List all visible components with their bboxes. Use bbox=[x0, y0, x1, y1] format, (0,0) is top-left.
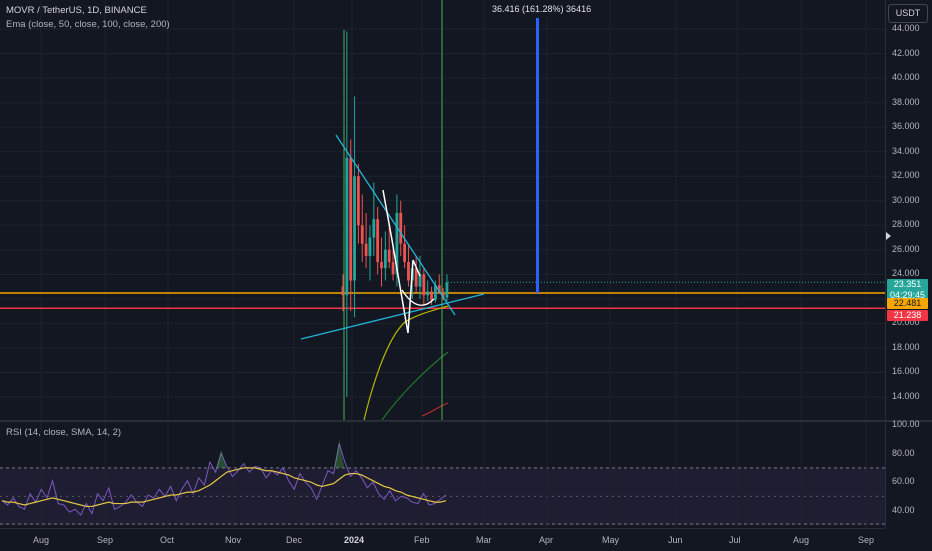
rsi-tick-label: 100.00 bbox=[892, 419, 920, 429]
rsi-overbought-fill bbox=[216, 449, 227, 468]
rsi-tick-label: 60.00 bbox=[892, 476, 915, 487]
candle-body bbox=[345, 157, 349, 296]
red-level-badge: 21.238 bbox=[887, 310, 928, 321]
time-tick-label: Feb bbox=[414, 535, 430, 545]
scale-arrow-icon[interactable] bbox=[886, 232, 891, 240]
time-tick-label: Dec bbox=[286, 535, 303, 545]
time-tick-label: Sep bbox=[858, 535, 875, 545]
currency-button[interactable]: USDT bbox=[888, 4, 928, 23]
price-tick-label: 42.000 bbox=[892, 47, 920, 58]
lower-trendline bbox=[300, 293, 485, 340]
price-tick-label: 18.000 bbox=[892, 341, 920, 352]
candle-body bbox=[357, 176, 360, 226]
candle-body bbox=[391, 262, 395, 275]
time-tick-label: 2024 bbox=[344, 535, 365, 545]
candle-body bbox=[360, 225, 364, 244]
time-tick-label: Aug bbox=[793, 535, 810, 545]
price-tick-label: 26.000 bbox=[892, 243, 920, 254]
time-axis[interactable] bbox=[0, 528, 885, 551]
candle-body bbox=[353, 176, 356, 281]
candle-body bbox=[399, 213, 403, 244]
time-tick-label: Jun bbox=[668, 535, 683, 545]
candle-body bbox=[376, 219, 380, 263]
price-chart[interactable] bbox=[0, 0, 885, 420]
price-range-measure-bar bbox=[536, 18, 539, 293]
price-tick-label: 28.000 bbox=[892, 219, 920, 230]
price-tick-label: 34.000 bbox=[892, 145, 920, 156]
price-tick-label: 14.000 bbox=[892, 391, 920, 401]
time-tick-label: Jul bbox=[729, 535, 741, 545]
candle-body bbox=[349, 157, 353, 281]
time-tick-label: Apr bbox=[539, 535, 554, 545]
ema-200-line bbox=[421, 402, 449, 417]
time-tick-label: Aug bbox=[33, 535, 50, 545]
price-range-measure-label: 36.416 (161.28%) 36416 bbox=[486, 2, 598, 16]
symbol-legend[interactable]: MOVR / TetherUS, 1D, BINANCE bbox=[6, 5, 147, 16]
drawings-layer[interactable] bbox=[300, 0, 539, 420]
rsi-legend[interactable]: RSI (14, close, SMA, 14, 2) bbox=[6, 427, 121, 438]
rsi-grid bbox=[0, 422, 885, 528]
candle-body bbox=[422, 274, 426, 296]
price-tick-label: 38.000 bbox=[892, 96, 920, 107]
rsi-chart[interactable] bbox=[0, 422, 885, 528]
ema-100-line bbox=[381, 351, 449, 420]
last-price-value: 23.351 bbox=[893, 279, 922, 289]
price-tick-label: 36.000 bbox=[892, 121, 920, 132]
candle-body bbox=[418, 274, 422, 287]
price-tick-label: 40.000 bbox=[892, 72, 920, 83]
candle-body bbox=[426, 291, 430, 296]
rsi-tick-label: 40.00 bbox=[892, 504, 915, 515]
candle-body bbox=[364, 243, 368, 256]
price-tick-label: 44.000 bbox=[892, 23, 920, 33]
candlesticks bbox=[341, 31, 449, 397]
time-tick-label: May bbox=[602, 535, 620, 545]
price-tick-label: 30.000 bbox=[892, 194, 920, 205]
candle-body bbox=[403, 243, 406, 263]
candle-body bbox=[430, 291, 433, 301]
rsi-tick-label: 80.00 bbox=[892, 447, 915, 458]
candle-body bbox=[445, 282, 449, 298]
time-tick-label: Nov bbox=[225, 535, 242, 545]
time-tick-label: Sep bbox=[97, 535, 114, 545]
price-tick-label: 32.000 bbox=[892, 170, 920, 181]
candle-body bbox=[387, 249, 391, 263]
candle-body bbox=[368, 237, 372, 256]
time-tick-label: Mar bbox=[476, 535, 492, 545]
price-tick-label: 24.000 bbox=[892, 268, 920, 279]
ema-legend[interactable]: Ema (close, 50, close, 100, close, 200) bbox=[6, 19, 170, 30]
candle-body bbox=[380, 262, 383, 269]
orange-level-badge: 22.481 bbox=[887, 298, 928, 309]
candle-body bbox=[383, 249, 387, 269]
candle-body bbox=[372, 219, 376, 238]
price-tick-label: 16.000 bbox=[892, 366, 920, 377]
time-tick-label: Oct bbox=[160, 535, 175, 545]
candle-body bbox=[407, 262, 410, 281]
